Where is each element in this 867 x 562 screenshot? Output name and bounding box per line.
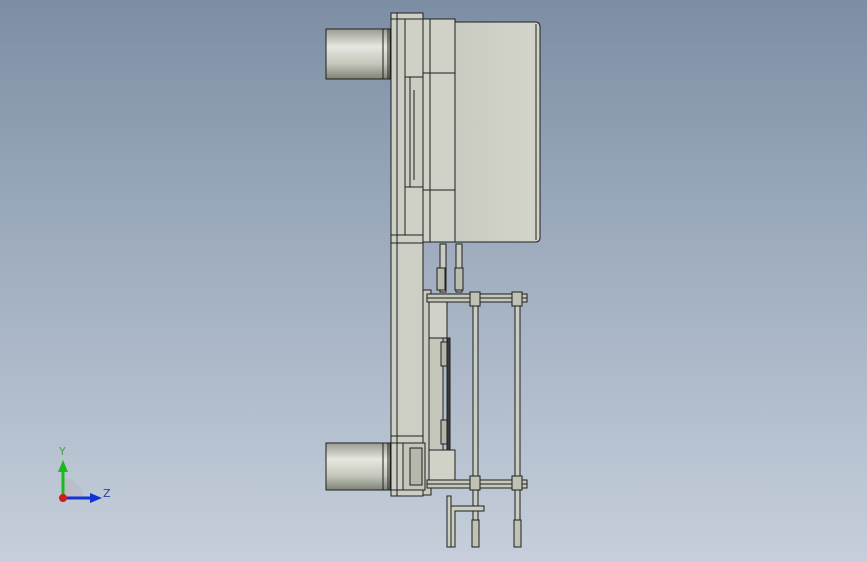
z-axis-arrow — [90, 493, 102, 503]
y-axis-label: Y — [58, 445, 66, 458]
cad-model — [325, 12, 541, 548]
x-axis-origin — [59, 494, 67, 502]
upper-block — [404, 18, 424, 236]
model-viewport[interactable]: Y Z — [0, 0, 867, 562]
motor-housing — [422, 18, 541, 243]
z-axis-label: Z — [103, 487, 111, 500]
upper-cylinder — [325, 28, 391, 80]
lower-cylinder — [325, 442, 391, 491]
y-axis-arrow — [58, 460, 68, 472]
triad-arc — [63, 478, 83, 498]
connector-parts — [436, 243, 464, 293]
axis-triad: Y Z — [58, 445, 111, 503]
